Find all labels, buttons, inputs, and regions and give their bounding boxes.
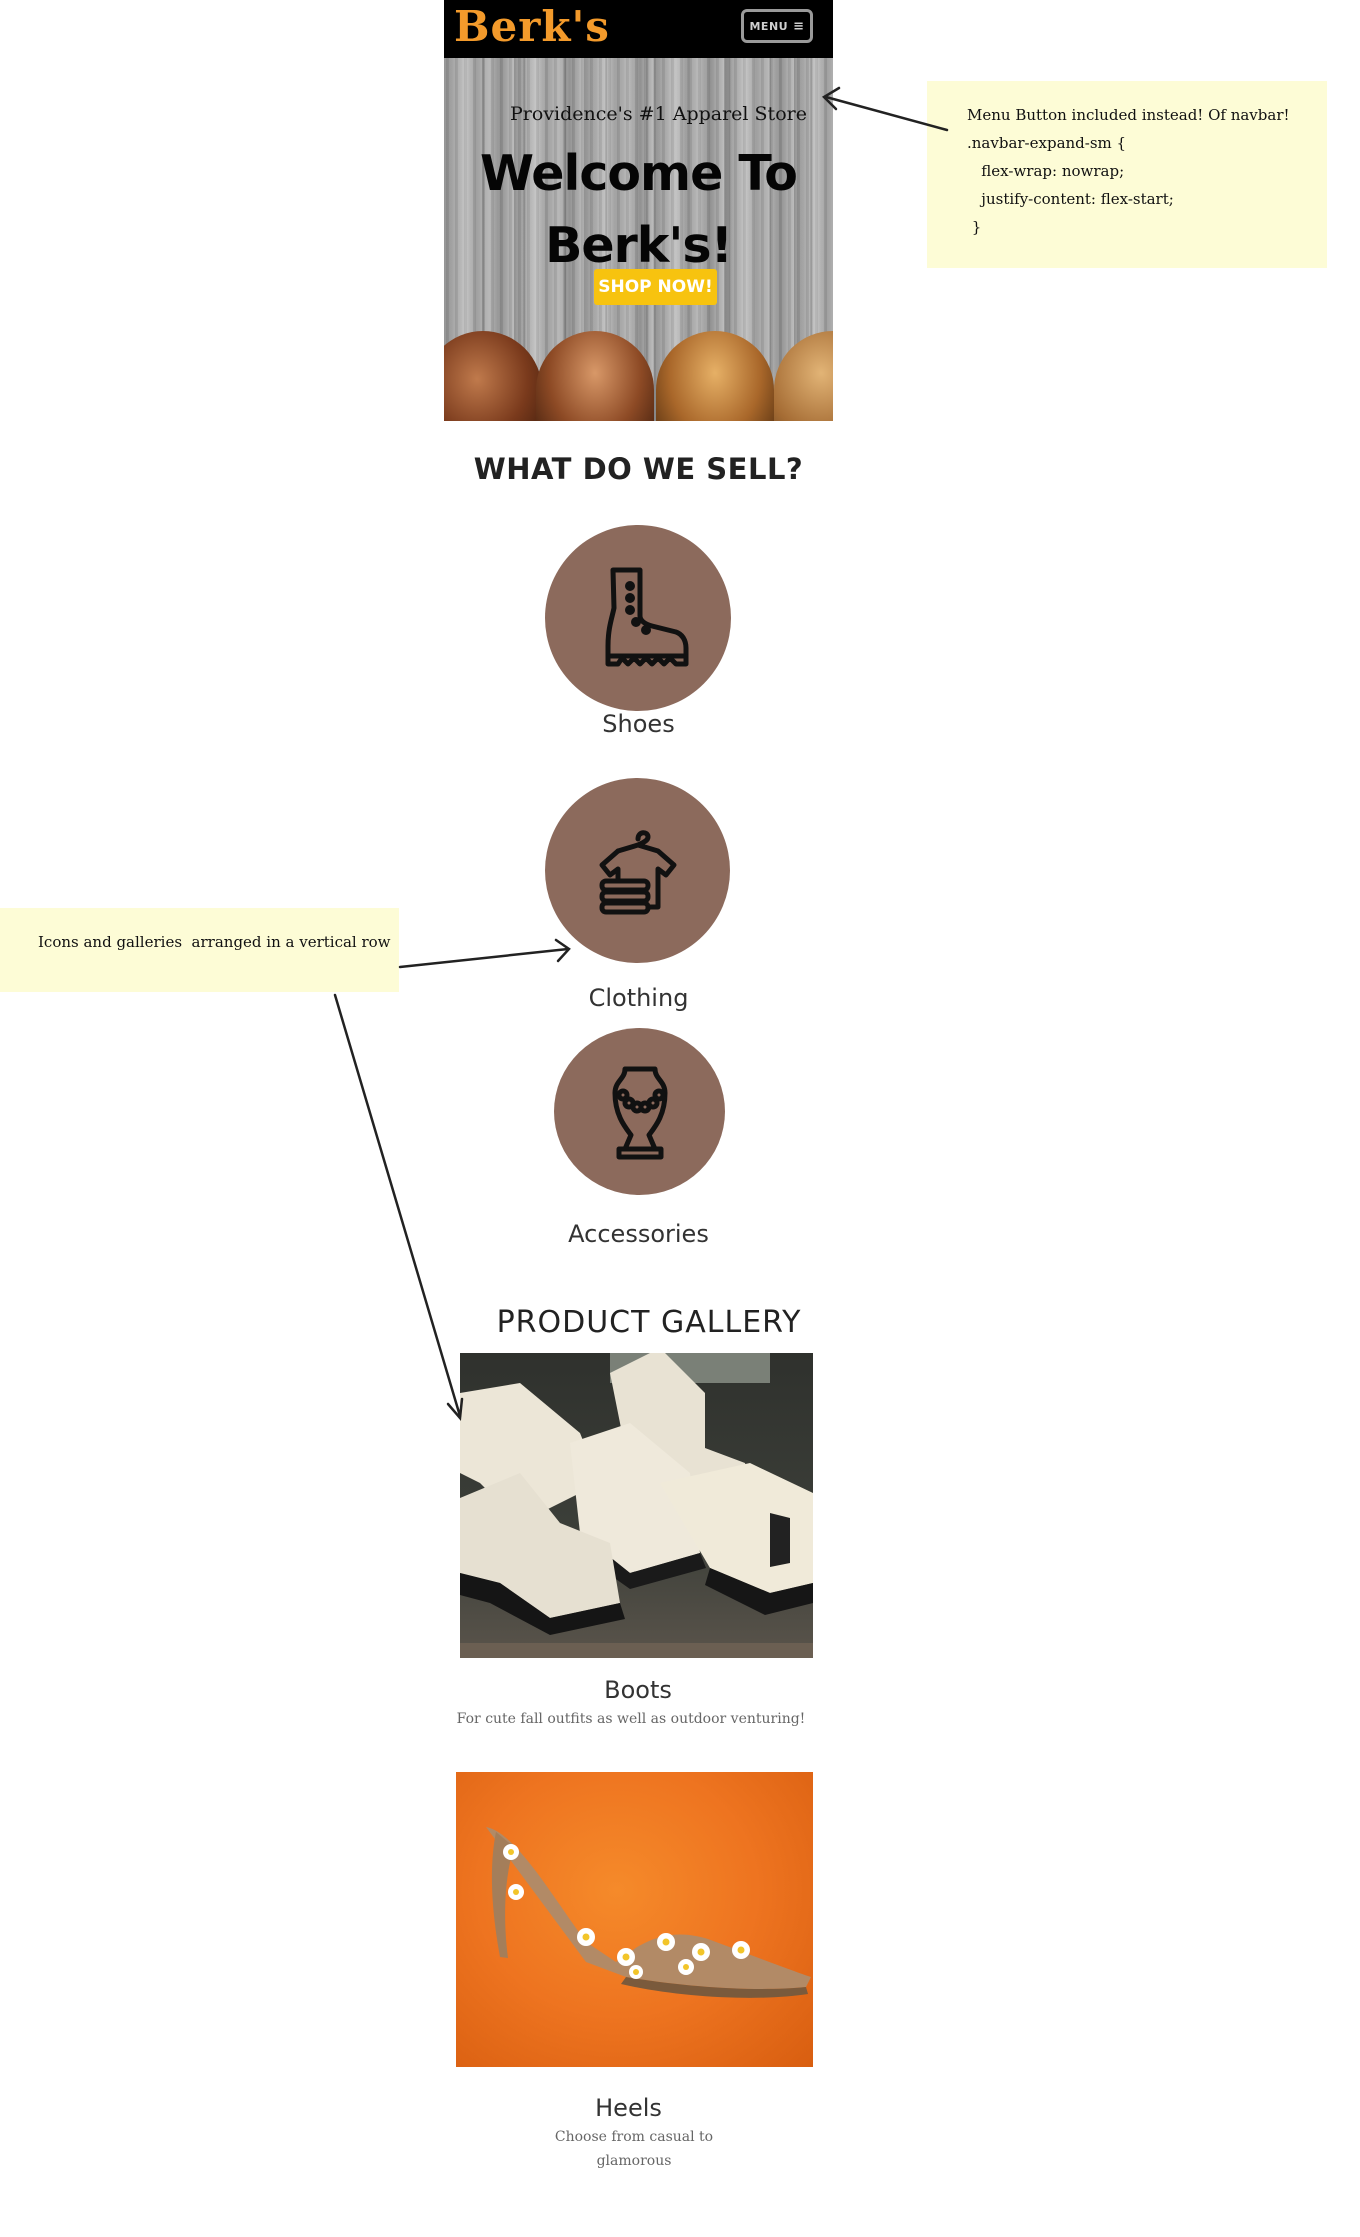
- note-line: flex-wrap: nowrap;: [967, 162, 1125, 180]
- hamburger-icon: ≡: [793, 18, 805, 34]
- gallery-item-description: Choose from casual to glamorous: [444, 2125, 824, 2173]
- hero-title: Welcome To Berk's!: [444, 138, 833, 282]
- arrow-to-gallery: [333, 993, 462, 1418]
- gallery-heading: PRODUCT GALLERY: [496, 1305, 802, 1340]
- arrowhead: [554, 938, 571, 963]
- hero-title-line: Welcome To: [480, 145, 798, 202]
- menu-annotation-note: Menu Button included instead! Of navbar!…: [927, 81, 1327, 268]
- gallery-item-title: Boots: [604, 1676, 672, 1704]
- note-line: justify-content: flex-start;: [967, 190, 1174, 208]
- gallery-item-description-line: glamorous: [596, 2153, 672, 2169]
- boots-image[interactable]: [460, 1353, 813, 1658]
- note-line: Icons and galleries arranged in a vertic…: [38, 933, 391, 951]
- category-label: Clothing: [588, 984, 689, 1012]
- section-heading: WHAT DO WE SELL?: [473, 452, 804, 486]
- menu-button-label: MENU: [749, 19, 789, 33]
- boots-photo: [460, 1353, 813, 1658]
- layout-annotation-note: Icons and galleries arranged in a vertic…: [0, 908, 399, 992]
- menu-button[interactable]: MENU ≡: [741, 9, 813, 43]
- brand-logo[interactable]: Berk's: [454, 0, 610, 58]
- note-line: }: [967, 218, 982, 236]
- hero-tagline: Providence's #1 Apparel Store: [510, 103, 807, 125]
- heels-image[interactable]: [456, 1772, 813, 2067]
- shoes-category-circle[interactable]: [545, 525, 731, 711]
- category-label: Accessories: [568, 1220, 709, 1248]
- clothing-icon: [599, 829, 676, 914]
- necklace-icon: [612, 1066, 667, 1159]
- note-line: .navbar-expand-sm {: [967, 134, 1127, 152]
- gallery-item-description: For cute fall outfits as well as outdoor…: [456, 1711, 806, 1727]
- arrow-to-icons: [398, 947, 570, 969]
- note-line: Menu Button included instead! Of navbar!: [967, 106, 1290, 124]
- accessories-category-circle[interactable]: [554, 1028, 725, 1195]
- clothing-category-circle[interactable]: [545, 778, 730, 963]
- hero-banner: Providence's #1 Apparel Store Welcome To…: [444, 58, 833, 421]
- shop-now-button[interactable]: SHOP NOW!: [594, 269, 717, 305]
- heels-photo: [486, 1827, 811, 1998]
- gallery-item-title: Heels: [595, 2094, 662, 2122]
- navbar: Berk's MENU ≡: [444, 0, 833, 58]
- gallery-item-description-line: Choose from casual to: [554, 2129, 714, 2145]
- category-label: Shoes: [602, 710, 675, 738]
- boot-icon: [605, 567, 689, 667]
